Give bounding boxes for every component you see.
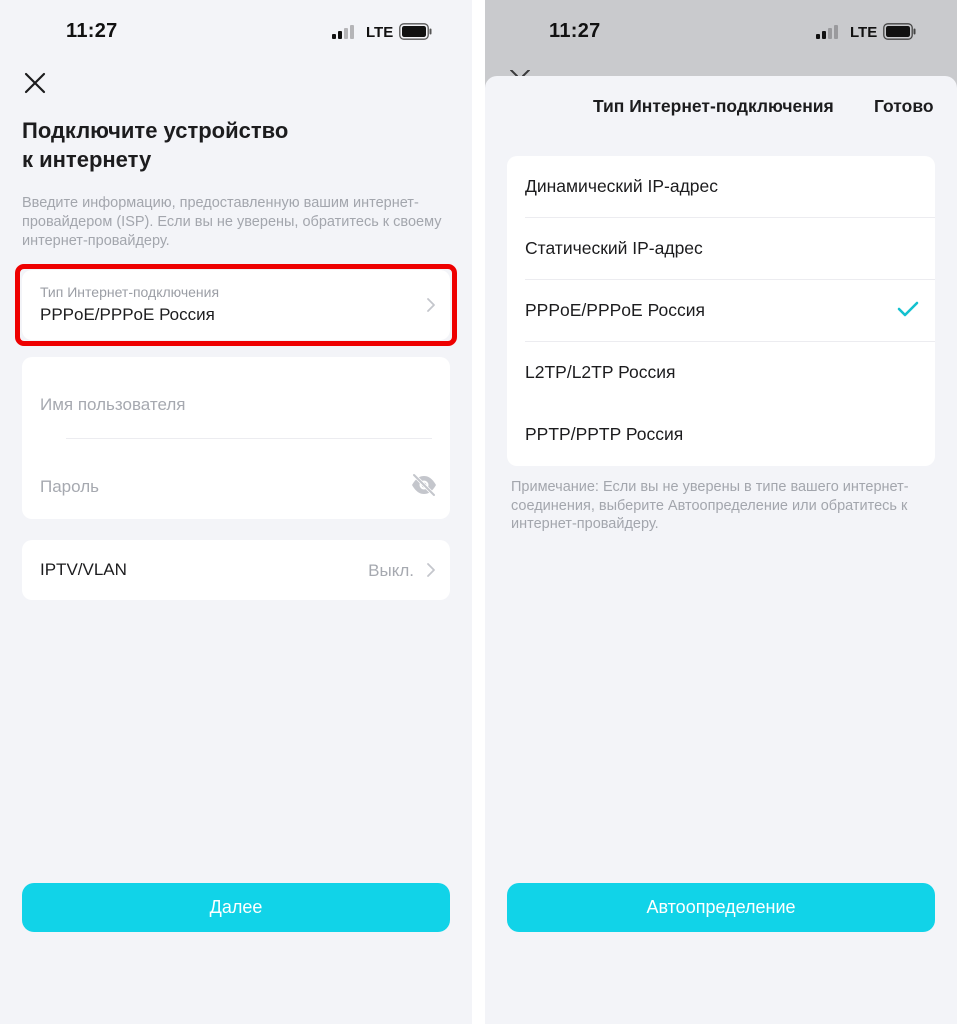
option-static-ip[interactable]: Статический IP-адрес [507,218,935,280]
connection-type-value: PPPoE/PPPoE Россия [40,305,215,324]
credentials-card: Имя пользователя Пароль [22,357,450,519]
status-bar: 11:27 LTE [485,0,957,66]
connection-type-sheet: Тип Интернет-подключения Готово Динамиче… [485,76,957,1024]
option-label: Статический IP-адрес [525,238,703,258]
option-label: Динамический IP-адрес [525,176,719,196]
page-description: Введите информацию, предоставленную ваши… [22,195,442,249]
connection-type-label: Тип Интернет-подключения [40,284,220,300]
close-icon[interactable] [22,70,48,96]
connection-type-screen: 11:27 LTE Тип Интернет-подключения Готов… [485,0,957,1024]
option-dynamic-ip[interactable]: Динамический IP-адрес [507,156,935,218]
connection-type-selector[interactable]: Тип Интернет-подключения PPPoE/PPPoE Рос… [22,270,450,340]
option-pppoe[interactable]: PPPoE/PPPoE Россия [507,280,935,342]
title-line-2: к интернету [22,147,152,172]
iptv-label: IPTV/VLAN [40,560,127,579]
connect-internet-screen: 11:27 LTE Подключите устройство к интерн… [0,0,472,1024]
app-stage: 11:27 LTE Подключите устройство к интерн… [0,0,957,1024]
sheet-title: Тип Интернет-подключения [593,96,834,116]
page-title: Подключите устройство к интернету [22,116,442,174]
signal-icon [332,25,356,39]
option-l2tp[interactable]: L2TP/L2TP Россия [507,342,935,404]
password-field[interactable]: Пароль [40,477,99,497]
battery-icon [883,23,916,40]
field-divider [66,438,432,439]
title-line-1: Подключите устройство [22,118,289,143]
chevron-right-icon [427,298,435,312]
status-time: 11:27 [549,20,601,42]
eye-off-icon[interactable] [410,473,438,497]
network-type: LTE [366,24,394,41]
checkmark-icon [897,301,919,317]
option-label: PPPoE/PPPoE Россия [525,300,705,320]
option-label: PPTP/PPTP Россия [525,424,684,444]
status-bar: 11:27 LTE [0,0,472,66]
option-label: L2TP/L2TP Россия [525,362,676,382]
status-time: 11:27 [66,20,118,42]
connection-type-list: Динамический IP-адрес Статический IP-адр… [507,156,935,466]
username-field[interactable]: Имя пользователя [40,395,186,415]
hint-note: Примечание: Если вы не уверены в типе ва… [511,479,909,532]
network-type: LTE [850,24,878,41]
next-button[interactable]: Далее [22,883,450,932]
iptv-status: Выкл. [368,561,414,580]
chevron-right-icon [427,563,435,577]
option-pptp[interactable]: PPTP/PPTP Россия [507,404,935,466]
signal-icon [816,25,840,39]
done-button[interactable]: Готово [874,96,934,117]
auto-detect-button[interactable]: Автоопределение [507,883,935,932]
battery-icon [399,23,432,40]
iptv-vlan-row[interactable]: IPTV/VLAN Выкл. [22,540,450,600]
